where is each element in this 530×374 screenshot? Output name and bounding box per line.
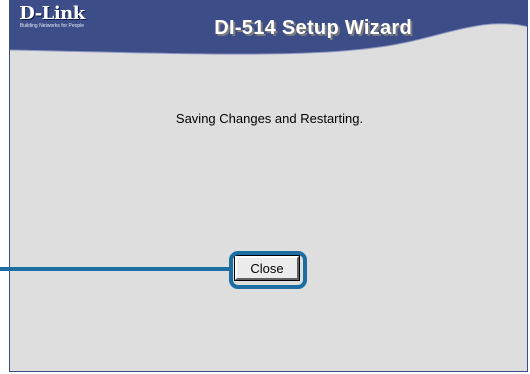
wizard-header: D-Link Building Networks for People DI-5…	[10, 1, 527, 61]
wizard-title: DI-514 Setup Wizard	[214, 17, 412, 39]
callout-highlight	[229, 251, 307, 289]
callout-line	[0, 267, 231, 271]
setup-wizard-window: D-Link Building Networks for People DI-5…	[9, 0, 528, 372]
status-message: Saving Changes and Restarting.	[175, 111, 364, 126]
